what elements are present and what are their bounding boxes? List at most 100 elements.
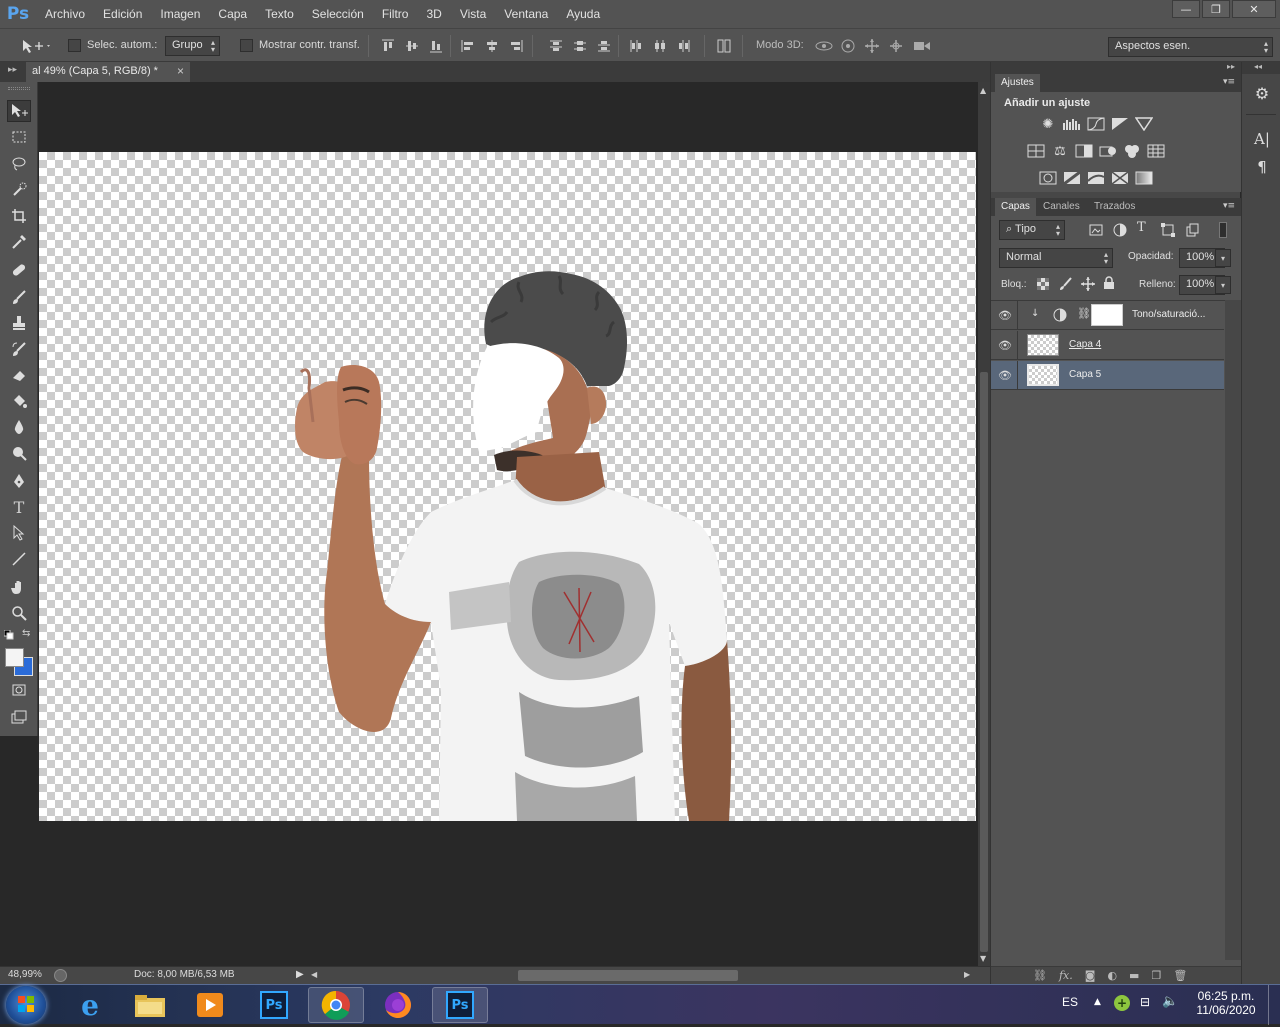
link-layers-icon[interactable]: ⛓ — [1033, 969, 1047, 982]
layer-thumbnail[interactable] — [1027, 334, 1059, 356]
update-icon[interactable]: + — [1114, 995, 1130, 1011]
menu-texto[interactable]: Texto — [256, 7, 303, 21]
taskbar-internet-explorer[interactable]: e — [62, 987, 118, 1023]
black-white-icon[interactable] — [1075, 143, 1093, 159]
clock[interactable]: 06:25 p.m. 11/06/2020 — [1190, 989, 1262, 1017]
levels-icon[interactable] — [1063, 116, 1081, 132]
lasso-tool[interactable] — [7, 153, 31, 175]
selective-color-icon[interactable] — [1111, 170, 1129, 186]
blend-mode-dropdown[interactable]: Normal ▴ ▾ — [999, 248, 1113, 268]
auto-select-dropdown[interactable]: Grupo ▴ ▾ — [165, 36, 220, 56]
brightness-icon[interactable]: ✺ — [1039, 116, 1057, 132]
filter-smart-object-icon[interactable] — [1185, 223, 1199, 237]
fill-slider-button[interactable]: ▾ — [1215, 276, 1231, 294]
libraries-icon[interactable]: ⚙ — [1251, 84, 1273, 106]
eye-icon[interactable]: 👁 — [998, 338, 1012, 352]
auto-align-icon[interactable] — [716, 38, 732, 54]
character-panel-icon[interactable]: A| — [1251, 130, 1273, 152]
canvas-workspace[interactable] — [38, 82, 978, 966]
lock-transparent-icon[interactable] — [1037, 278, 1049, 290]
3d-pan-icon[interactable] — [864, 38, 880, 54]
channel-mixer-icon[interactable] — [1123, 143, 1141, 159]
lock-all-icon[interactable] — [1103, 276, 1115, 290]
scroll-left-arrow[interactable]: ◀ — [311, 970, 317, 979]
pen-tool[interactable] — [7, 470, 31, 492]
threshold-icon[interactable] — [1087, 170, 1105, 186]
taskbar-firefox[interactable] — [370, 987, 426, 1023]
layers-scrollbar[interactable] — [1225, 300, 1241, 960]
start-button[interactable] — [6, 986, 46, 1024]
filter-adjustment-icon[interactable] — [1113, 223, 1127, 237]
scroll-up-arrow[interactable]: ▲ — [980, 86, 986, 95]
menu-filtro[interactable]: Filtro — [373, 7, 418, 21]
distribute-vcenter-icon[interactable] — [572, 38, 588, 54]
distribute-hcenter-icon[interactable] — [652, 38, 668, 54]
move-tool-preset[interactable] — [20, 37, 52, 55]
share-icon[interactable] — [54, 969, 67, 982]
zoom-tool[interactable] — [7, 602, 31, 624]
document-tab[interactable]: al 49% (Capa 5, RGB/8) * × — [26, 62, 190, 82]
auto-select-checkbox[interactable] — [68, 39, 81, 52]
volume-icon[interactable]: 🔈 — [1162, 994, 1178, 1009]
3d-roll-icon[interactable] — [840, 38, 856, 54]
layer-mask-thumbnail[interactable] — [1091, 304, 1123, 326]
menu-ventana[interactable]: Ventana — [495, 7, 557, 21]
eye-icon[interactable]: 👁 — [998, 308, 1012, 322]
hand-tool[interactable] — [7, 576, 31, 598]
quick-mask-tool[interactable] — [7, 679, 31, 701]
menu-vista[interactable]: Vista — [451, 7, 495, 21]
healing-brush-tool[interactable] — [7, 259, 31, 281]
collapse-panel-icon[interactable]: ▸▸ — [8, 65, 17, 75]
type-tool[interactable]: T — [7, 496, 31, 518]
close-button[interactable]: ✕ — [1232, 0, 1276, 18]
hue-saturation-icon[interactable] — [1027, 143, 1045, 159]
menu-ayuda[interactable]: Ayuda — [557, 7, 609, 21]
layer-name[interactable]: Tono/saturació... — [1132, 309, 1205, 320]
new-group-icon[interactable]: ▬ — [1129, 969, 1139, 982]
paint-bucket-tool[interactable] — [7, 390, 31, 412]
add-mask-icon[interactable]: ◙ — [1085, 969, 1096, 982]
photo-filter-icon[interactable] — [1099, 143, 1117, 159]
history-brush-tool[interactable] — [7, 338, 31, 360]
paragraph-panel-icon[interactable]: ¶ — [1251, 158, 1273, 180]
invert-icon[interactable] — [1039, 170, 1057, 186]
eye-icon[interactable]: 👁 — [998, 368, 1012, 382]
3d-slide-icon[interactable] — [888, 38, 904, 54]
new-layer-icon[interactable]: ❐ — [1151, 969, 1161, 982]
line-tool[interactable] — [7, 548, 31, 570]
opacity-slider-button[interactable]: ▾ — [1215, 249, 1231, 267]
layers-menu-icon[interactable]: ▾≡ — [1223, 201, 1235, 211]
menu-3d[interactable]: 3D — [417, 7, 450, 21]
scroll-down-arrow[interactable]: ▼ — [980, 954, 986, 963]
minimize-button[interactable]: — — [1172, 0, 1200, 18]
vertical-scrollbar[interactable]: ▲ ▼ — [978, 82, 990, 966]
quick-selection-tool[interactable] — [7, 179, 31, 201]
distribute-left-icon[interactable] — [628, 38, 644, 54]
clone-stamp-tool[interactable] — [7, 312, 31, 334]
3d-scale-icon[interactable] — [912, 38, 932, 54]
layer-name[interactable]: Capa 4 — [1069, 339, 1101, 350]
curves-icon[interactable] — [1087, 116, 1105, 132]
toolbar-grip[interactable] — [8, 87, 30, 90]
network-icon[interactable]: ⊟ — [1140, 995, 1150, 1009]
align-top-icon[interactable] — [380, 38, 396, 54]
layer-row-capa-5[interactable]: 👁 Capa 5 — [991, 361, 1224, 390]
crop-tool[interactable] — [7, 205, 31, 227]
layer-row-hue-saturation[interactable]: 👁 ↓ ⛓ Tono/saturació... — [991, 301, 1224, 330]
new-adjustment-icon[interactable]: ◐ — [1107, 969, 1117, 982]
posterize-icon[interactable] — [1063, 170, 1081, 186]
screen-mode-tool[interactable] — [7, 706, 31, 728]
restore-button[interactable]: ❐ — [1202, 0, 1230, 18]
taskbar-photoshop-pinned[interactable]: Ps — [246, 987, 302, 1023]
move-tool[interactable] — [7, 100, 31, 122]
align-left-icon[interactable] — [460, 38, 476, 54]
align-bottom-icon[interactable] — [428, 38, 444, 54]
distribute-right-icon[interactable] — [676, 38, 692, 54]
menu-edicion[interactable]: Edición — [94, 7, 151, 21]
zoom-level[interactable]: 48,99% — [8, 969, 42, 980]
filter-pixel-icon[interactable] — [1089, 224, 1103, 236]
gradient-map-icon[interactable] — [1135, 170, 1153, 186]
align-hcenter-icon[interactable] — [484, 38, 500, 54]
taskbar-chrome[interactable] — [308, 987, 364, 1023]
lock-pixels-icon[interactable] — [1059, 277, 1073, 291]
